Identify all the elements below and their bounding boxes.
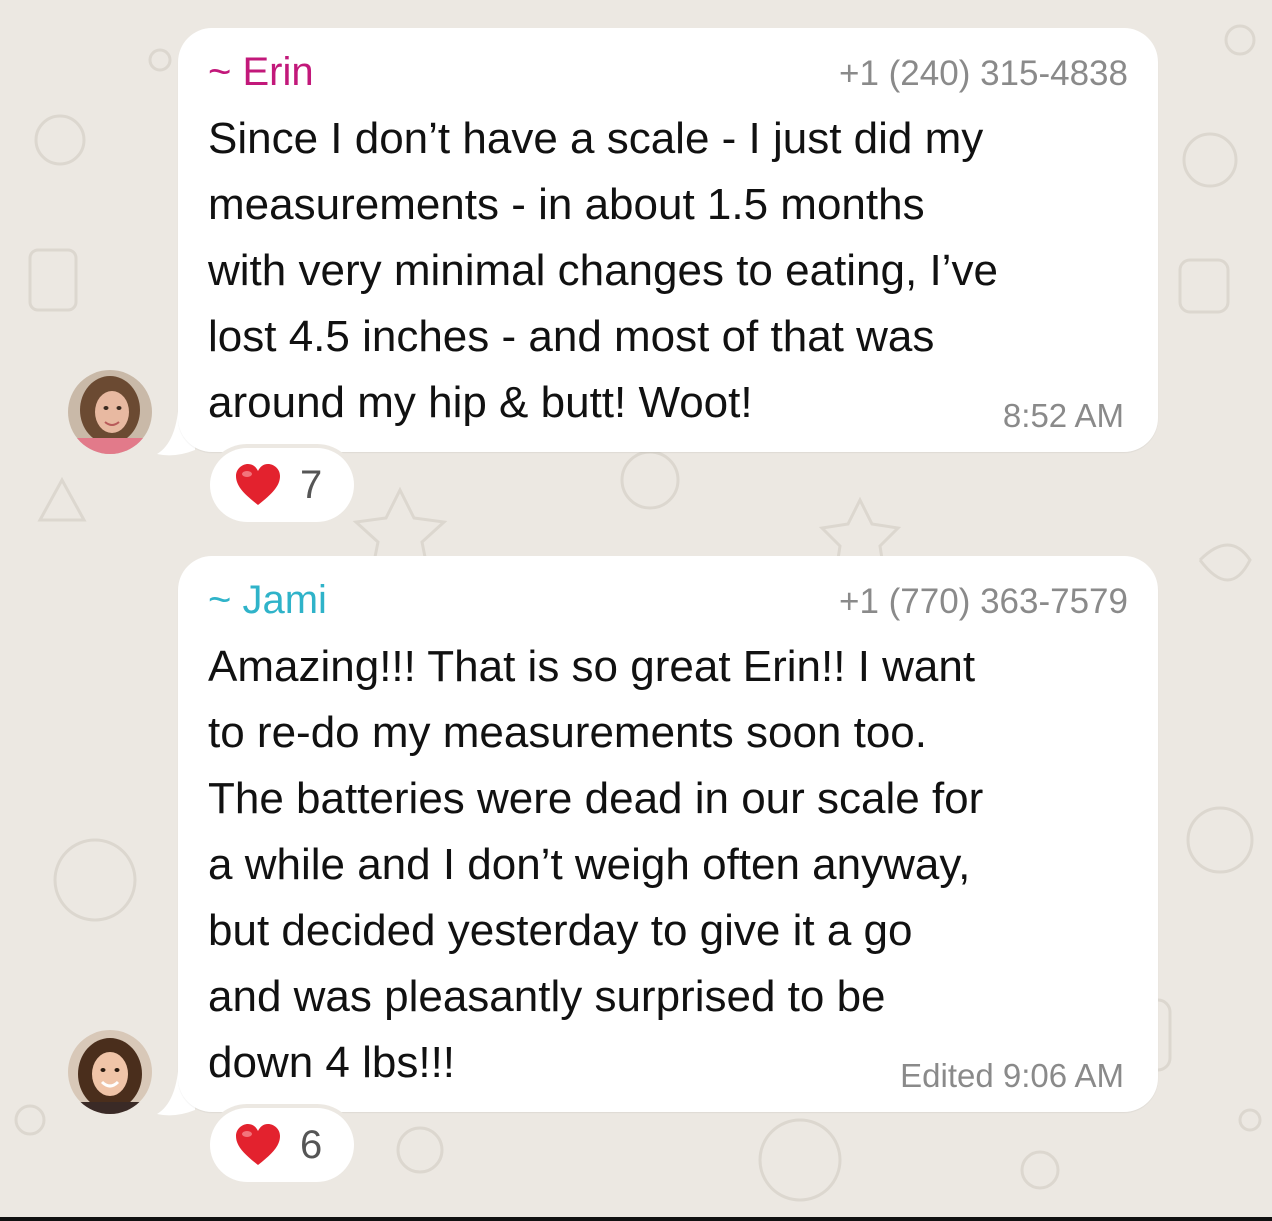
message-header: ~ Erin +1 (240) 315-4838 [208, 48, 1128, 98]
sender-phone[interactable]: +1 (770) 363-7579 [839, 580, 1128, 624]
reaction-pill[interactable]: 7 [210, 448, 354, 522]
sender-phone[interactable]: +1 (240) 315-4838 [839, 52, 1128, 96]
message-line: and was pleasantly surprised to be [208, 972, 886, 1021]
reaction-count: 6 [300, 1122, 323, 1167]
heart-icon [236, 464, 280, 505]
message-line: lost 4.5 inches - and most of that was [208, 312, 935, 361]
avatar-erin-image [68, 370, 152, 454]
sender-name[interactable]: ~ Jami [208, 576, 327, 624]
avatar-erin[interactable] [68, 370, 152, 454]
message-text: Since I don’t have a scale - I just did … [208, 106, 1138, 436]
message-line: but decided yesterday to give it a go [208, 906, 913, 955]
message-line: a while and I don’t weigh often anyway, [208, 840, 971, 889]
message-text: Amazing!!! That is so great Erin!! I wan… [208, 634, 1138, 1096]
message-line: The batteries were dead in our scale for [208, 774, 984, 823]
message-line: around my hip & butt! Woot! [208, 378, 753, 427]
message-timestamp: 8:52 AM [1002, 397, 1124, 434]
message-line: measurements - in about 1.5 months [208, 180, 925, 229]
sender-name[interactable]: ~ Erin [208, 48, 314, 96]
heart-icon [236, 1124, 280, 1165]
message-bubble-jami[interactable]: ~ Jami +1 (770) 363-7579 Amazing!!! That… [178, 556, 1158, 1112]
message-bubble-erin[interactable]: ~ Erin +1 (240) 315-4838 Since I don’t h… [178, 28, 1158, 452]
reaction-count: 7 [300, 462, 323, 507]
message-line: with very minimal changes to eating, I’v… [208, 246, 998, 295]
message-line: to re-do my measurements soon too. [208, 708, 927, 757]
avatar-jami-image [68, 1030, 152, 1114]
avatar-jami[interactable] [68, 1030, 152, 1114]
bottom-divider [0, 1217, 1272, 1221]
message-timestamp: Edited 9:06 AM [900, 1057, 1124, 1094]
message-line: Since I don’t have a scale - I just did … [208, 114, 984, 163]
message-line: Amazing!!! That is so great Erin!! I wan… [208, 642, 976, 691]
reaction-pill[interactable]: 6 [210, 1108, 354, 1182]
message-header: ~ Jami +1 (770) 363-7579 [208, 576, 1128, 626]
